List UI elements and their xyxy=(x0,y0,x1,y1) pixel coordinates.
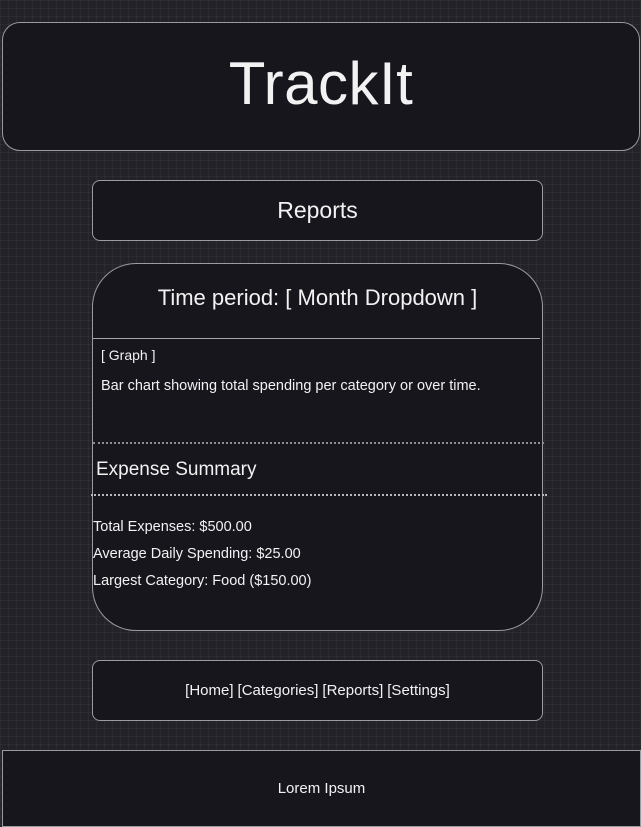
report-card: Time period: [ Month Dropdown ] [ Graph … xyxy=(91,263,547,631)
nav-link-categories[interactable]: [Categories] xyxy=(238,682,319,699)
expense-summary-list: Total Expenses: $500.00 Average Daily Sp… xyxy=(93,514,311,595)
footer-text: Lorem Ipsum xyxy=(277,780,366,797)
largest-category: Largest Category: Food ($150.00) xyxy=(93,573,312,589)
dotted-divider xyxy=(93,442,544,444)
nav-link-home[interactable]: [Home] xyxy=(185,682,233,699)
expense-summary-title: Expense Summary xyxy=(96,459,257,480)
time-period-selector[interactable]: Time period: [ Month Dropdown ] xyxy=(93,285,542,311)
total-expenses: Total Expenses: $500.00 xyxy=(93,519,252,535)
average-daily-spending: Average Daily Spending: $25.00 xyxy=(93,546,301,562)
divider xyxy=(93,338,540,339)
footer: Lorem Ipsum xyxy=(2,750,641,827)
page-heading-box: Reports xyxy=(92,180,543,241)
nav-link-reports[interactable]: [Reports] xyxy=(322,682,383,699)
app-header: TrackIt xyxy=(2,22,640,151)
page-title: Reports xyxy=(277,197,358,223)
nav-link-settings[interactable]: [Settings] xyxy=(387,682,450,699)
graph-placeholder-label: [ Graph ] xyxy=(101,347,156,363)
bottom-nav: [Home] [Categories] [Reports] [Settings] xyxy=(92,660,543,721)
app-title: TrackIt xyxy=(228,50,414,117)
dotted-divider xyxy=(91,494,547,496)
nav-links: [Home] [Categories] [Reports] [Settings] xyxy=(185,682,450,699)
graph-description: Bar chart showing total spending per cat… xyxy=(101,378,481,394)
